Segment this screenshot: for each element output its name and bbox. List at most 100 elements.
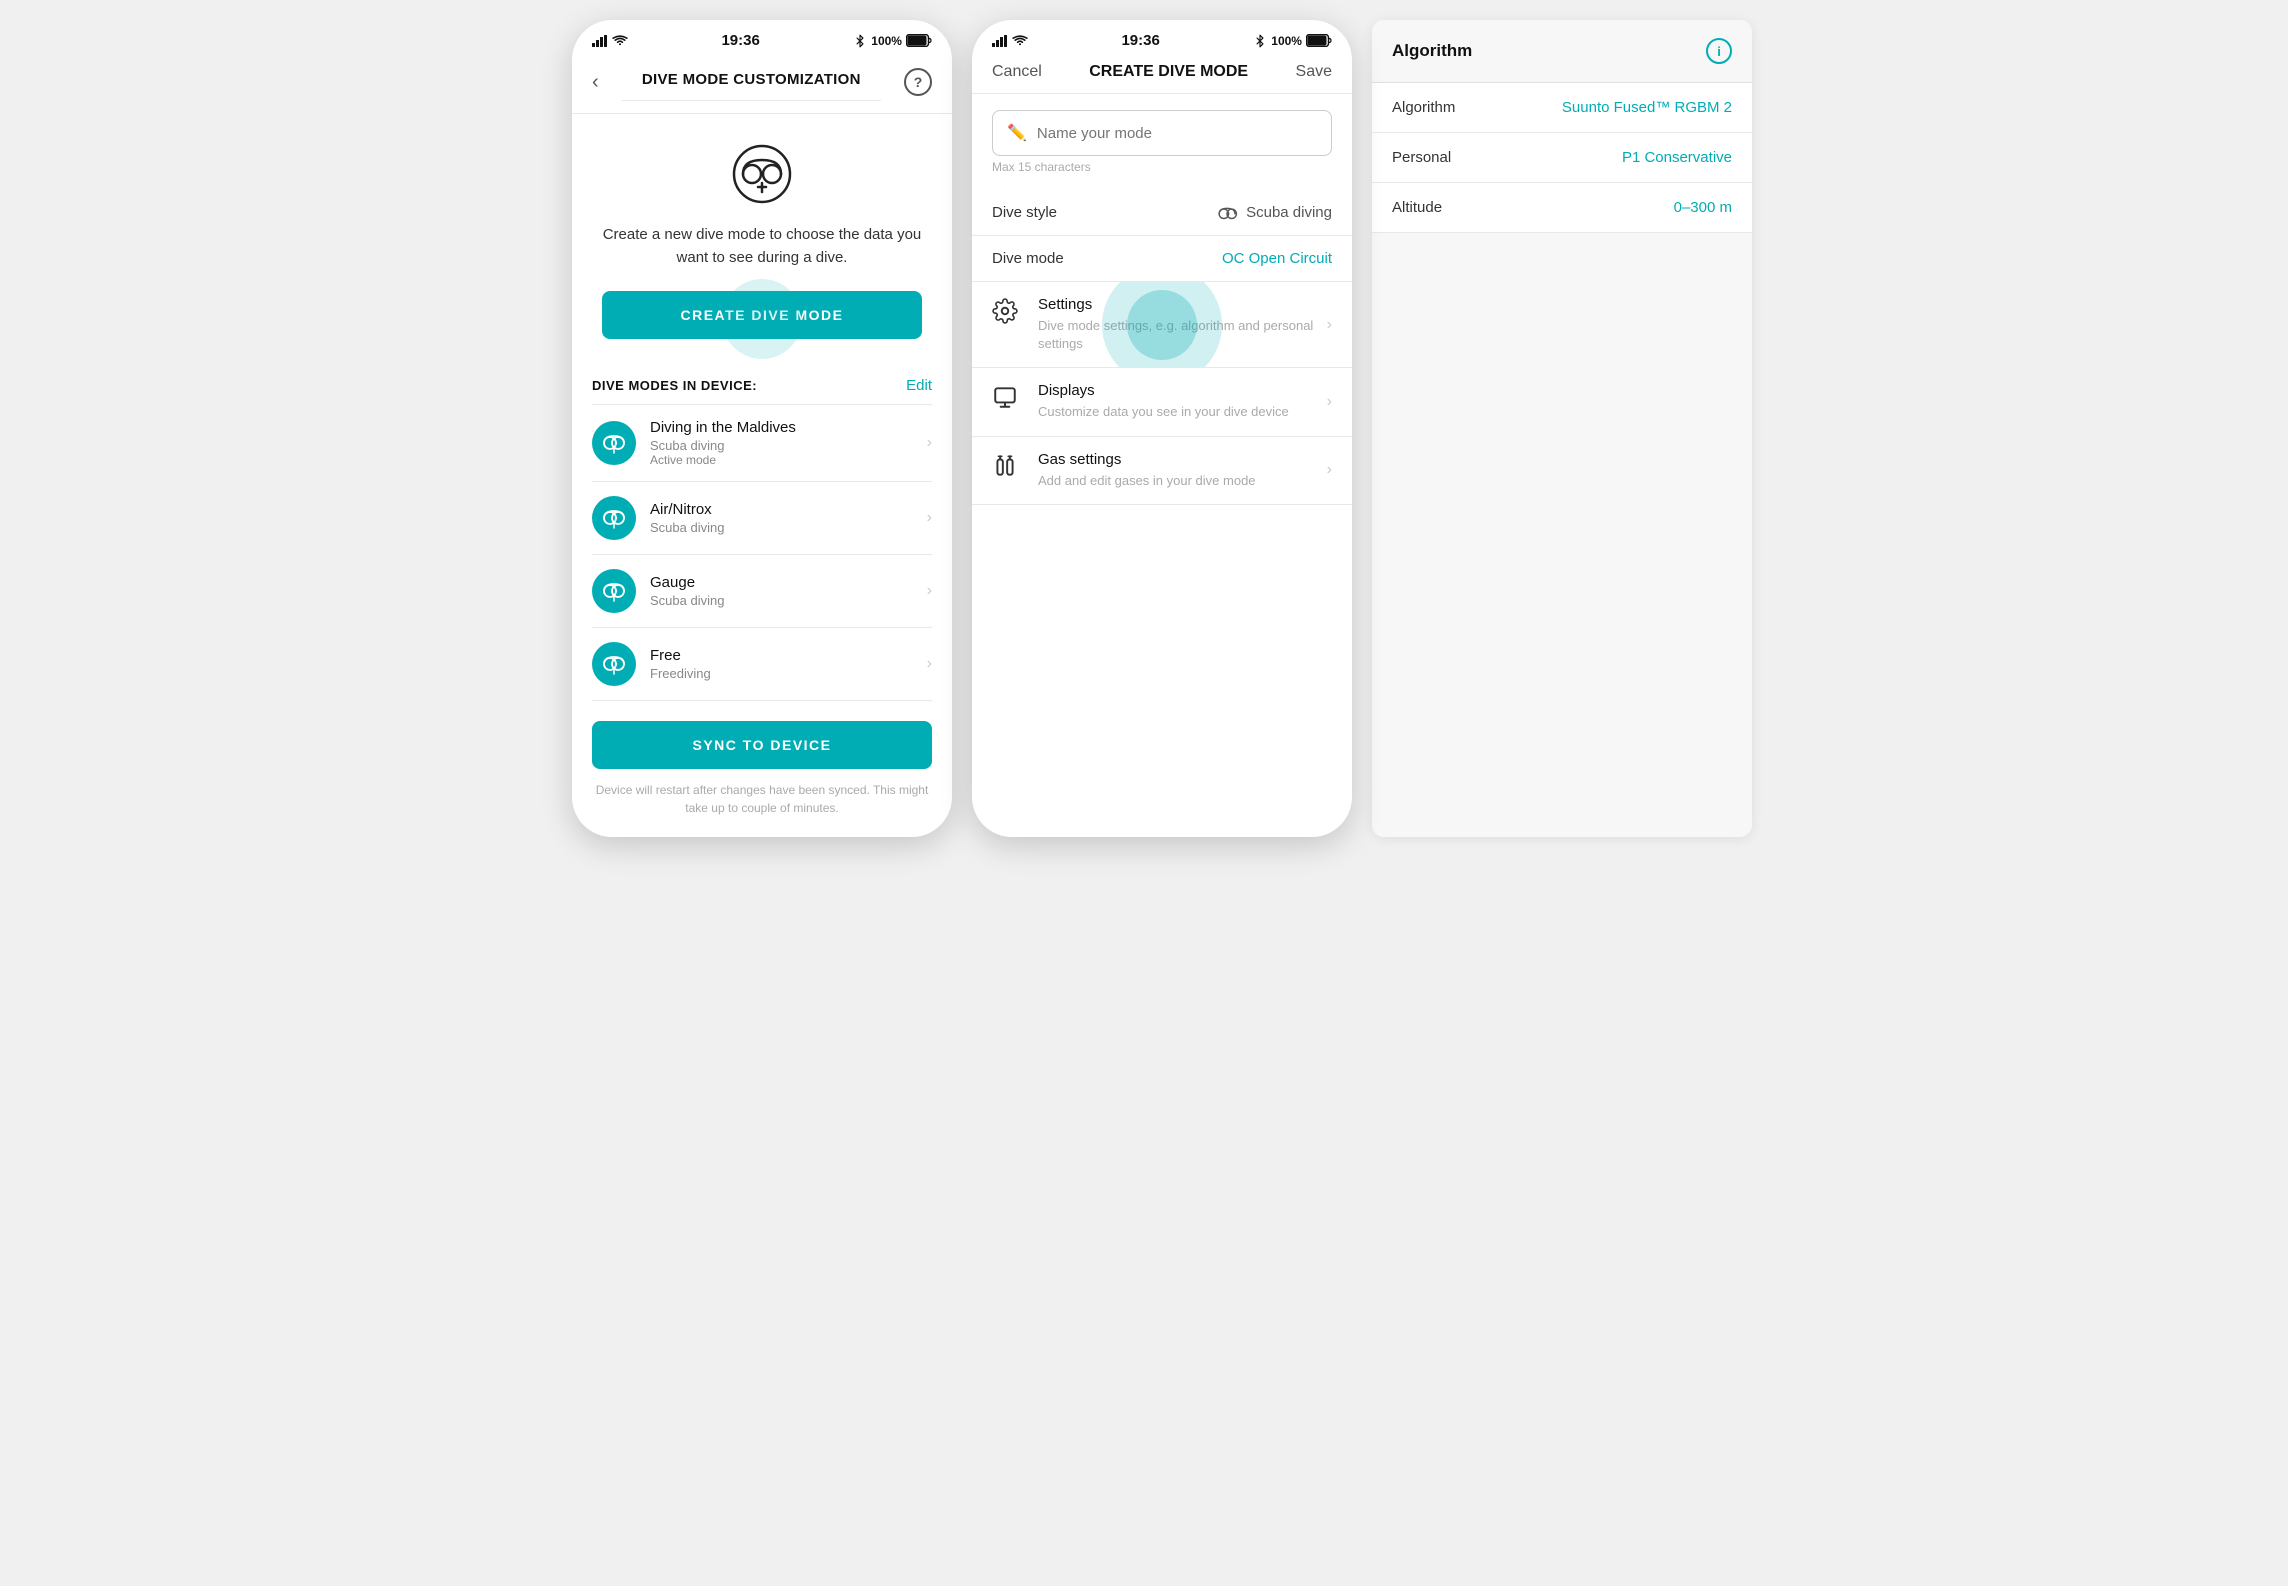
settings-chevron-icon: › bbox=[1327, 316, 1332, 334]
mode-info-gauge: Gauge Scuba diving bbox=[650, 574, 927, 608]
mode-sub-free: Freediving bbox=[650, 666, 927, 681]
right-status-icons-2: 100% bbox=[1253, 34, 1332, 48]
time-display-2: 19:36 bbox=[1121, 32, 1159, 49]
altitude-label: Altitude bbox=[1392, 199, 1442, 216]
signal-icons-2 bbox=[992, 35, 1028, 47]
page-title-1: DIVE MODE CUSTOMIZATION bbox=[622, 63, 881, 101]
sync-note: Device will restart after changes have b… bbox=[592, 781, 932, 817]
mode-sub-gauge: Scuba diving bbox=[650, 593, 927, 608]
mode-name-maldives: Diving in the Maldives bbox=[650, 419, 927, 436]
mode-info-airnitrox: Air/Nitrox Scuba diving bbox=[650, 501, 927, 535]
algorithm-row[interactable]: Algorithm Suunto Fused™ RGBM 2 bbox=[1372, 83, 1752, 133]
bluetooth-icon-1 bbox=[853, 34, 867, 48]
battery-pct-2: 100% bbox=[1271, 34, 1302, 48]
page-title-2: CREATE DIVE MODE bbox=[1089, 63, 1248, 81]
screen1-dive-mode-customization: 19:36 100% ‹ DIVE MODE CUSTOMIZATION ? bbox=[572, 20, 952, 837]
altitude-value: 0–300 m bbox=[1674, 199, 1732, 216]
status-bar-2: 19:36 100% bbox=[972, 20, 1352, 55]
input-hint: Max 15 characters bbox=[992, 160, 1332, 174]
displays-desc: Customize data you see in your dive devi… bbox=[1038, 403, 1327, 421]
displays-menu-item[interactable]: Displays Customize data you see in your … bbox=[972, 368, 1352, 436]
display-icon bbox=[992, 384, 1018, 410]
signal-icons bbox=[592, 35, 628, 47]
settings-menu-item[interactable]: Settings Dive mode settings, e.g. algori… bbox=[972, 282, 1352, 368]
edit-icon: ✏️ bbox=[1007, 123, 1027, 143]
dive-modes-section-header: DIVE MODES IN DEVICE: Edit bbox=[572, 359, 952, 404]
settings-menu-content: Settings Dive mode settings, e.g. algori… bbox=[1038, 296, 1327, 353]
battery-icon-2 bbox=[1306, 34, 1332, 47]
dive-style-row[interactable]: Dive style Scuba diving bbox=[972, 190, 1352, 236]
nav-bar-1: ‹ DIVE MODE CUSTOMIZATION ? bbox=[572, 55, 952, 114]
nav-bar-2: Cancel CREATE DIVE MODE Save bbox=[972, 55, 1352, 94]
mode-avatar-maldives bbox=[592, 421, 636, 465]
list-item[interactable]: Diving in the Maldives Scuba diving Acti… bbox=[572, 405, 952, 481]
dive-mode-label: Dive mode bbox=[992, 250, 1064, 267]
mode-info-maldives: Diving in the Maldives Scuba diving Acti… bbox=[650, 419, 927, 467]
list-item[interactable]: Gauge Scuba diving › bbox=[572, 555, 952, 627]
algorithm-panel: Algorithm i Algorithm Suunto Fused™ RGBM… bbox=[1372, 20, 1752, 837]
settings-icon-wrapper bbox=[992, 296, 1024, 329]
chevron-icon-4: › bbox=[927, 655, 932, 673]
settings-title: Settings bbox=[1038, 296, 1327, 313]
screens-wrapper: 19:36 100% ‹ DIVE MODE CUSTOMIZATION ? bbox=[572, 20, 1716, 837]
mode-name-gauge: Gauge bbox=[650, 574, 927, 591]
gas-settings-menu-item[interactable]: Gas settings Add and edit gases in your … bbox=[972, 437, 1352, 505]
back-button[interactable]: ‹ bbox=[592, 71, 599, 94]
mode-name-free: Free bbox=[650, 647, 927, 664]
mode-name-input-wrapper[interactable]: ✏️ bbox=[992, 110, 1332, 156]
mode-avatar-gauge bbox=[592, 569, 636, 613]
algorithm-panel-title: Algorithm bbox=[1392, 41, 1472, 61]
save-button[interactable]: Save bbox=[1296, 63, 1332, 81]
altitude-row[interactable]: Altitude 0–300 m bbox=[1372, 183, 1752, 233]
sync-section: SYNC TO DEVICE Device will restart after… bbox=[572, 701, 952, 837]
gas-icon-wrapper bbox=[992, 451, 1024, 484]
screen2-create-dive-mode: 19:36 100% Cancel CREATE DIVE MODE Save … bbox=[972, 20, 1352, 837]
edit-button[interactable]: Edit bbox=[906, 377, 932, 394]
info-icon: i bbox=[1717, 44, 1721, 59]
wifi-icon bbox=[612, 35, 628, 47]
sync-to-device-button[interactable]: SYNC TO DEVICE bbox=[592, 721, 932, 769]
gas-settings-chevron-icon: › bbox=[1327, 461, 1332, 479]
scuba-diving-icon bbox=[1216, 205, 1238, 221]
settings-desc: Dive mode settings, e.g. algorithm and p… bbox=[1038, 317, 1327, 353]
help-button[interactable]: ? bbox=[904, 68, 932, 96]
displays-icon-wrapper bbox=[992, 382, 1024, 415]
battery-pct-1: 100% bbox=[871, 34, 902, 48]
info-button[interactable]: i bbox=[1706, 38, 1732, 64]
mode-sub-maldives: Scuba diving bbox=[650, 438, 927, 453]
dive-style-value: Scuba diving bbox=[1216, 204, 1332, 221]
mode-name-airnitrox: Air/Nitrox bbox=[650, 501, 927, 518]
right-status-icons-1: 100% bbox=[853, 34, 932, 48]
chevron-icon-3: › bbox=[927, 582, 932, 600]
dive-mode-row[interactable]: Dive mode OC Open Circuit bbox=[972, 236, 1352, 282]
gas-settings-menu-content: Gas settings Add and edit gases in your … bbox=[1038, 451, 1327, 490]
signal-icon bbox=[592, 35, 608, 47]
list-item[interactable]: Air/Nitrox Scuba diving › bbox=[572, 482, 952, 554]
mode-name-input[interactable] bbox=[1037, 125, 1317, 142]
displays-title: Displays bbox=[1038, 382, 1327, 399]
personal-row[interactable]: Personal P1 Conservative bbox=[1372, 133, 1752, 183]
create-dive-mode-button[interactable]: CREATE DIVE MODE bbox=[602, 291, 922, 339]
dive-mode-icon bbox=[730, 142, 794, 206]
hero-description: Create a new dive mode to choose the dat… bbox=[602, 224, 922, 269]
mode-avatar-airnitrox bbox=[592, 496, 636, 540]
gas-icon bbox=[992, 453, 1018, 479]
time-display-1: 19:36 bbox=[721, 32, 759, 49]
create-btn-wrapper: CREATE DIVE MODE bbox=[602, 291, 922, 339]
dive-style-label: Dive style bbox=[992, 204, 1057, 221]
mode-avatar-free bbox=[592, 642, 636, 686]
scuba-icon-2 bbox=[600, 504, 628, 532]
battery-icon-1 bbox=[906, 34, 932, 47]
algorithm-header: Algorithm i bbox=[1372, 20, 1752, 83]
chevron-icon-2: › bbox=[927, 509, 932, 527]
dive-mode-value: OC Open Circuit bbox=[1222, 250, 1332, 267]
cancel-button[interactable]: Cancel bbox=[992, 63, 1042, 81]
bluetooth-icon-2 bbox=[1253, 34, 1267, 48]
list-item[interactable]: Free Freediving › bbox=[572, 628, 952, 700]
dive-modes-label: DIVE MODES IN DEVICE: bbox=[592, 378, 757, 393]
dive-style-val: Scuba diving bbox=[1246, 204, 1332, 221]
mode-active-maldives: Active mode bbox=[650, 453, 927, 467]
signal-icon-2 bbox=[992, 35, 1008, 47]
algorithm-label: Algorithm bbox=[1392, 99, 1455, 116]
hero-section: Create a new dive mode to choose the dat… bbox=[572, 114, 952, 359]
